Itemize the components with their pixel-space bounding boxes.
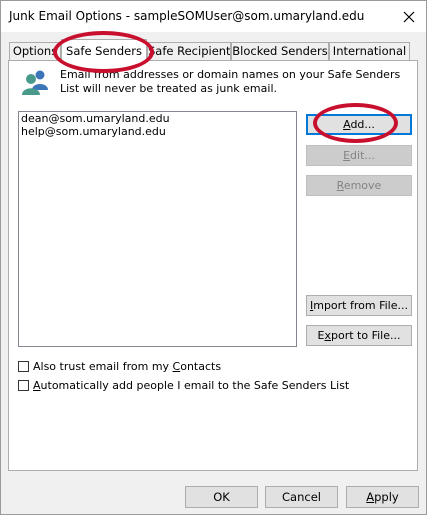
title-bar: Junk Email Options - sampleSOMUser@som.u… <box>1 1 426 32</box>
export-to-file-button[interactable]: Export to File... <box>306 325 412 346</box>
window-title: Junk Email Options - sampleSOMUser@som.u… <box>9 9 365 23</box>
people-icon <box>22 70 48 95</box>
import-from-file-button[interactable]: Import from File... <box>306 295 412 316</box>
tab-safe-senders[interactable]: Safe Senders <box>61 39 147 62</box>
edit-button[interactable]: Edit... <box>306 145 412 166</box>
close-button[interactable] <box>392 1 426 32</box>
apply-button[interactable]: Apply <box>346 486 419 508</box>
safe-senders-list[interactable]: dean@som.umaryland.edu help@som.umarylan… <box>18 111 297 347</box>
list-item[interactable]: dean@som.umaryland.edu <box>19 112 296 125</box>
cancel-button[interactable]: Cancel <box>265 486 338 508</box>
trust-contacts-label: Also trust email from my Contacts <box>33 360 222 373</box>
add-button[interactable]: Add... <box>306 114 412 135</box>
tab-options[interactable]: Options <box>9 42 61 60</box>
tab-safe-recipients[interactable]: Safe Recipients <box>147 42 231 60</box>
list-item[interactable]: help@som.umaryland.edu <box>19 125 296 138</box>
safe-senders-panel: Email from addresses or domain names on … <box>8 60 418 471</box>
tab-international[interactable]: International <box>329 42 410 60</box>
auto-add-checkbox[interactable] <box>18 380 29 391</box>
junk-email-options-dialog: Junk Email Options - sampleSOMUser@som.u… <box>0 0 427 515</box>
trust-contacts-checkbox[interactable] <box>18 361 29 372</box>
tab-blocked-senders[interactable]: Blocked Senders <box>231 42 329 60</box>
ok-button[interactable]: OK <box>185 486 258 508</box>
remove-button[interactable]: Remove <box>306 175 412 196</box>
auto-add-label: Automatically add people I email to the … <box>33 379 350 392</box>
safe-senders-description: Email from addresses or domain names on … <box>60 68 401 95</box>
trust-contacts-option[interactable]: Also trust email from my Contacts <box>18 359 221 374</box>
close-icon <box>403 11 415 22</box>
auto-add-option[interactable]: Automatically add people I email to the … <box>18 378 349 393</box>
